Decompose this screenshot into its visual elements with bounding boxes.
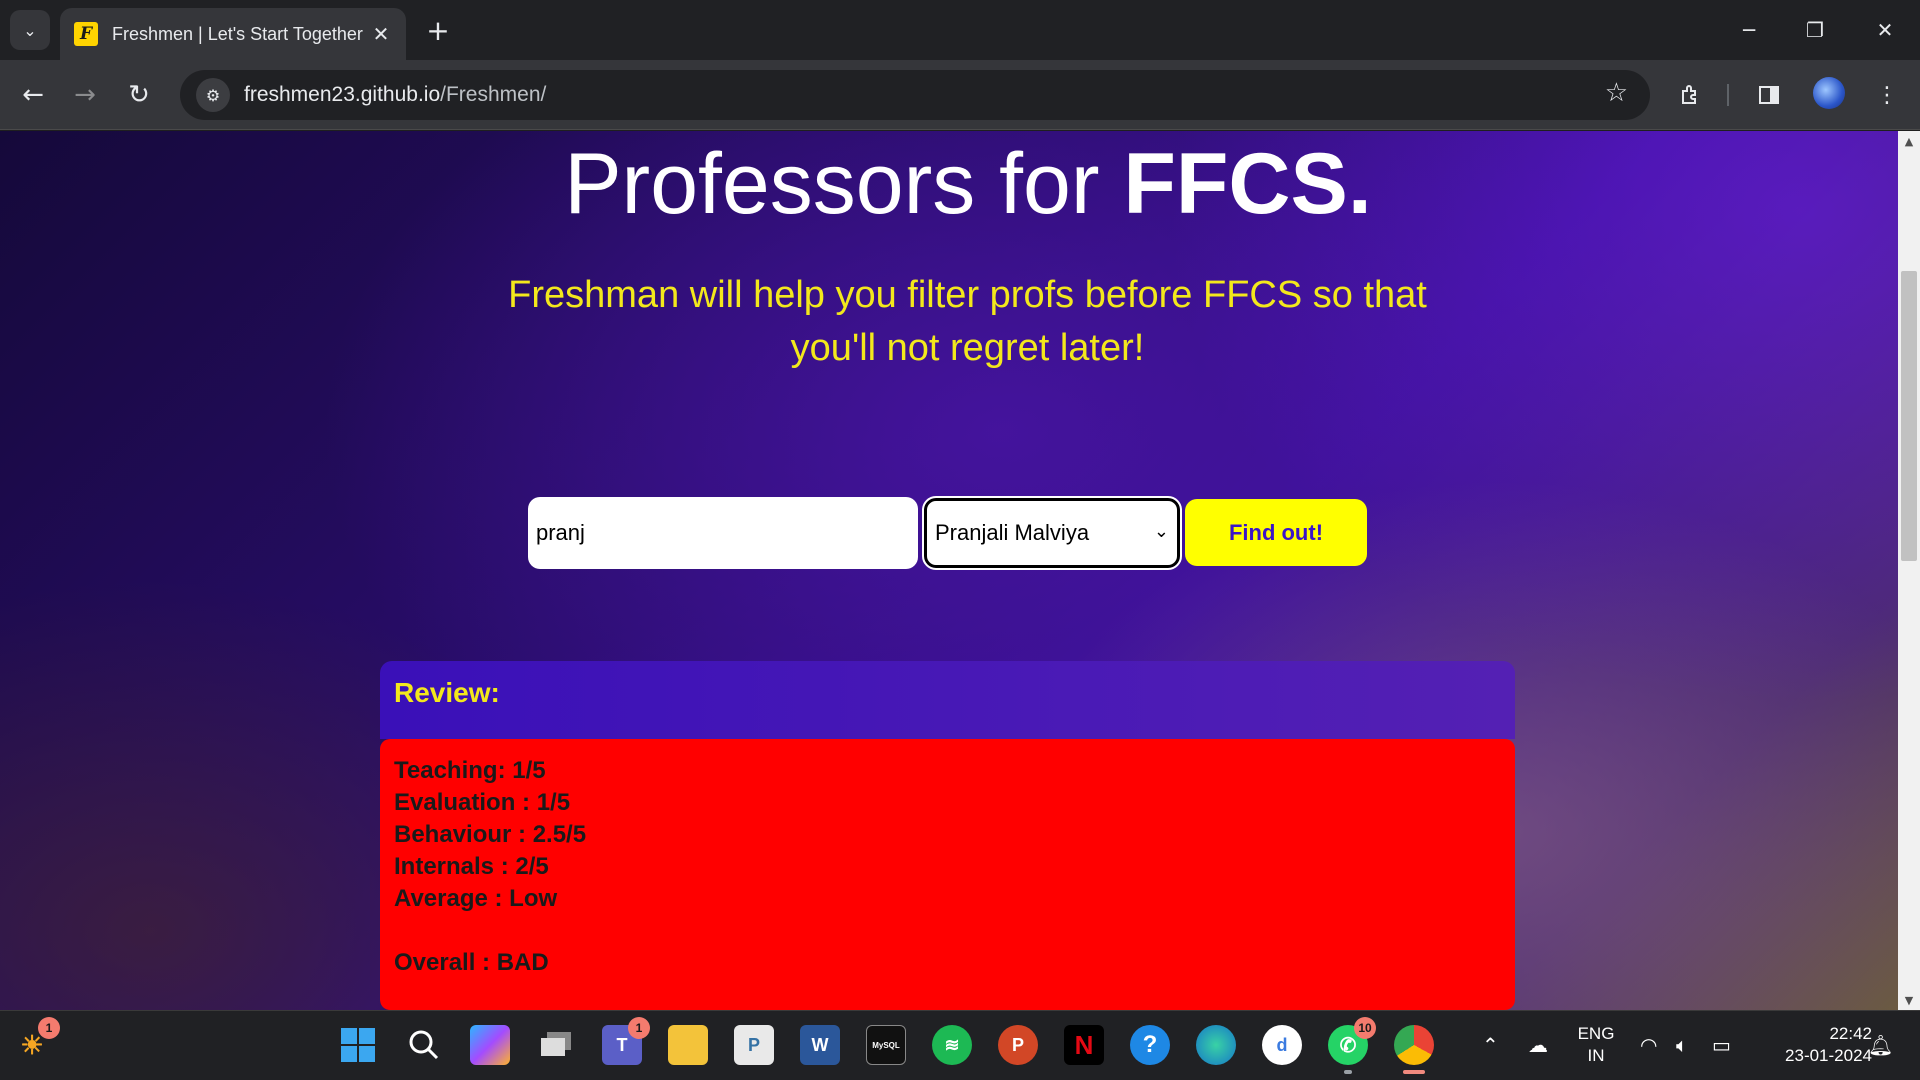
- windows-taskbar: ☀ 1 T1 P W MySQL ≋ P N ? d ✆ 10 ⌃ ☁ ENG IN…: [0, 1010, 1920, 1080]
- page-scrollbar[interactable]: ▲ ▼: [1898, 131, 1920, 1010]
- python-file-icon[interactable]: P: [734, 1025, 774, 1065]
- tab-search-button[interactable]: ⌄: [10, 10, 50, 50]
- review-behaviour: Behaviour : 2.5/5: [394, 821, 587, 848]
- review-title: Review:: [394, 677, 500, 708]
- review-body: Teaching: 1/5 Evaluation : 1/5 Behaviour…: [380, 739, 1515, 1010]
- teams-icon[interactable]: T1: [602, 1017, 650, 1065]
- chevron-up-icon[interactable]: ⌃: [1482, 1033, 1499, 1057]
- spotify-icon[interactable]: ≋: [932, 1025, 972, 1065]
- minimize-button[interactable]: ─: [1724, 10, 1774, 50]
- restore-button[interactable]: ❐: [1790, 10, 1840, 50]
- review-average: Average : Low: [394, 885, 558, 912]
- battery-icon[interactable]: ▭: [1712, 1033, 1731, 1057]
- tab-strip: ⌄ F Freshmen | Let's Start Together ✕ + …: [0, 0, 1920, 60]
- task-view-icon[interactable]: [536, 1025, 576, 1065]
- review-evaluation: Evaluation : 1/5: [394, 789, 571, 816]
- notification-bell-icon[interactable]: 🔔︎: [1868, 1033, 1893, 1057]
- scrollbar-thumb[interactable]: [1901, 271, 1917, 561]
- browser-toolbar: ← → ↻ ⚙ freshmen23.github.io/Freshmen/ ☆…: [0, 60, 1920, 130]
- whatsapp-icon[interactable]: ✆ 10: [1328, 1017, 1376, 1065]
- reload-button[interactable]: ↻: [118, 74, 160, 116]
- back-button[interactable]: ←: [12, 74, 54, 116]
- mysql-icon[interactable]: MySQL: [866, 1025, 906, 1065]
- review-overall: Overall : BAD: [394, 949, 549, 976]
- whatsapp-running-indicator: [1344, 1070, 1352, 1074]
- professor-select-value: Pranjali Malviya: [935, 520, 1090, 545]
- chevron-down-icon: ⌄: [1153, 521, 1169, 541]
- url-text[interactable]: freshmen23.github.io/Freshmen/: [244, 83, 546, 107]
- bookmark-star-icon[interactable]: ☆: [1605, 78, 1628, 108]
- search-icon[interactable]: [404, 1025, 444, 1065]
- profile-avatar[interactable]: [1813, 77, 1845, 109]
- clock[interactable]: 22:42 23-01-2024: [1752, 1023, 1872, 1067]
- side-panel-icon[interactable]: [1750, 76, 1788, 114]
- page-headline: Professors for FFCS.: [0, 135, 1898, 234]
- file-explorer-icon[interactable]: [668, 1025, 708, 1065]
- headline-bold: FFCS.: [1123, 136, 1372, 232]
- teams-badge: 1: [628, 1017, 650, 1039]
- scroll-up-icon[interactable]: ▲: [1898, 131, 1920, 151]
- site-info-icon[interactable]: ⚙: [196, 78, 230, 112]
- kebab-menu-icon[interactable]: ⋮: [1868, 76, 1906, 114]
- language-line2: IN: [1587, 1046, 1605, 1065]
- review-header: Review:: [380, 661, 1515, 739]
- language-line1: ENG: [1577, 1024, 1615, 1043]
- new-tab-button[interactable]: +: [420, 12, 456, 48]
- copilot-icon[interactable]: [470, 1025, 510, 1065]
- onedrive-cloud-icon[interactable]: ☁: [1528, 1033, 1548, 1057]
- professor-select[interactable]: Pranjali Malviya ⌄: [922, 496, 1182, 570]
- start-icon[interactable]: [338, 1025, 378, 1065]
- tab-close-icon[interactable]: ✕: [370, 22, 392, 46]
- professor-search-input[interactable]: [528, 497, 918, 569]
- tab-title: Freshmen | Let's Start Together: [112, 23, 363, 44]
- scroll-down-icon[interactable]: ▼: [1898, 990, 1920, 1010]
- headline-light: Professors for: [564, 136, 1124, 232]
- arrow-left-icon: ←: [22, 80, 44, 110]
- reload-icon: ↻: [128, 80, 150, 110]
- window-close-button[interactable]: ✕: [1860, 10, 1910, 50]
- url-path: /Freshmen/: [440, 83, 547, 106]
- netflix-icon[interactable]: N: [1064, 1025, 1104, 1065]
- extensions-icon[interactable]: [1672, 76, 1710, 114]
- toolbar-divider: [1727, 84, 1729, 106]
- help-icon[interactable]: ?: [1130, 1025, 1170, 1065]
- powerpoint-icon[interactable]: P: [998, 1025, 1038, 1065]
- chrome-running-indicator: [1403, 1070, 1425, 1074]
- favicon-icon: F: [74, 22, 98, 46]
- address-bar[interactable]: ⚙ freshmen23.github.io/Freshmen/ ☆: [180, 70, 1650, 120]
- edge-icon[interactable]: [1196, 1025, 1236, 1065]
- url-host: freshmen23.github.io: [244, 83, 441, 106]
- review-internals: Internals : 2/5: [394, 853, 549, 880]
- weather-badge: 1: [38, 1017, 60, 1039]
- wifi-icon[interactable]: ◠: [1640, 1033, 1657, 1057]
- arrow-right-icon: →: [74, 80, 96, 110]
- browser-tab[interactable]: F Freshmen | Let's Start Together ✕: [60, 8, 406, 60]
- forward-button[interactable]: →: [64, 74, 106, 116]
- find-out-button[interactable]: Find out!: [1185, 499, 1367, 566]
- clock-date: 23-01-2024: [1785, 1046, 1872, 1065]
- weather-widget-icon[interactable]: ☀ 1: [12, 1017, 60, 1065]
- page-viewport: Professors for FFCS. Freshman will help …: [0, 131, 1898, 1010]
- review-spacer: [394, 915, 1501, 947]
- chevron-down-icon: ⌄: [23, 20, 37, 40]
- volume-icon[interactable]: 🔈︎: [1676, 1033, 1688, 1057]
- clock-time: 22:42: [1829, 1024, 1872, 1043]
- word-icon[interactable]: W: [800, 1025, 840, 1065]
- chrome-icon[interactable]: [1394, 1025, 1434, 1065]
- review-card: Review: Teaching: 1/5 Evaluation : 1/5 B…: [380, 661, 1515, 1010]
- review-teaching: Teaching: 1/5: [394, 757, 546, 784]
- d-app-icon[interactable]: d: [1262, 1025, 1302, 1065]
- whatsapp-badge: 10: [1354, 1017, 1376, 1039]
- page-subtitle: Freshman will help you filter profs befo…: [508, 274, 1427, 369]
- language-indicator[interactable]: ENG IN: [1568, 1023, 1624, 1067]
